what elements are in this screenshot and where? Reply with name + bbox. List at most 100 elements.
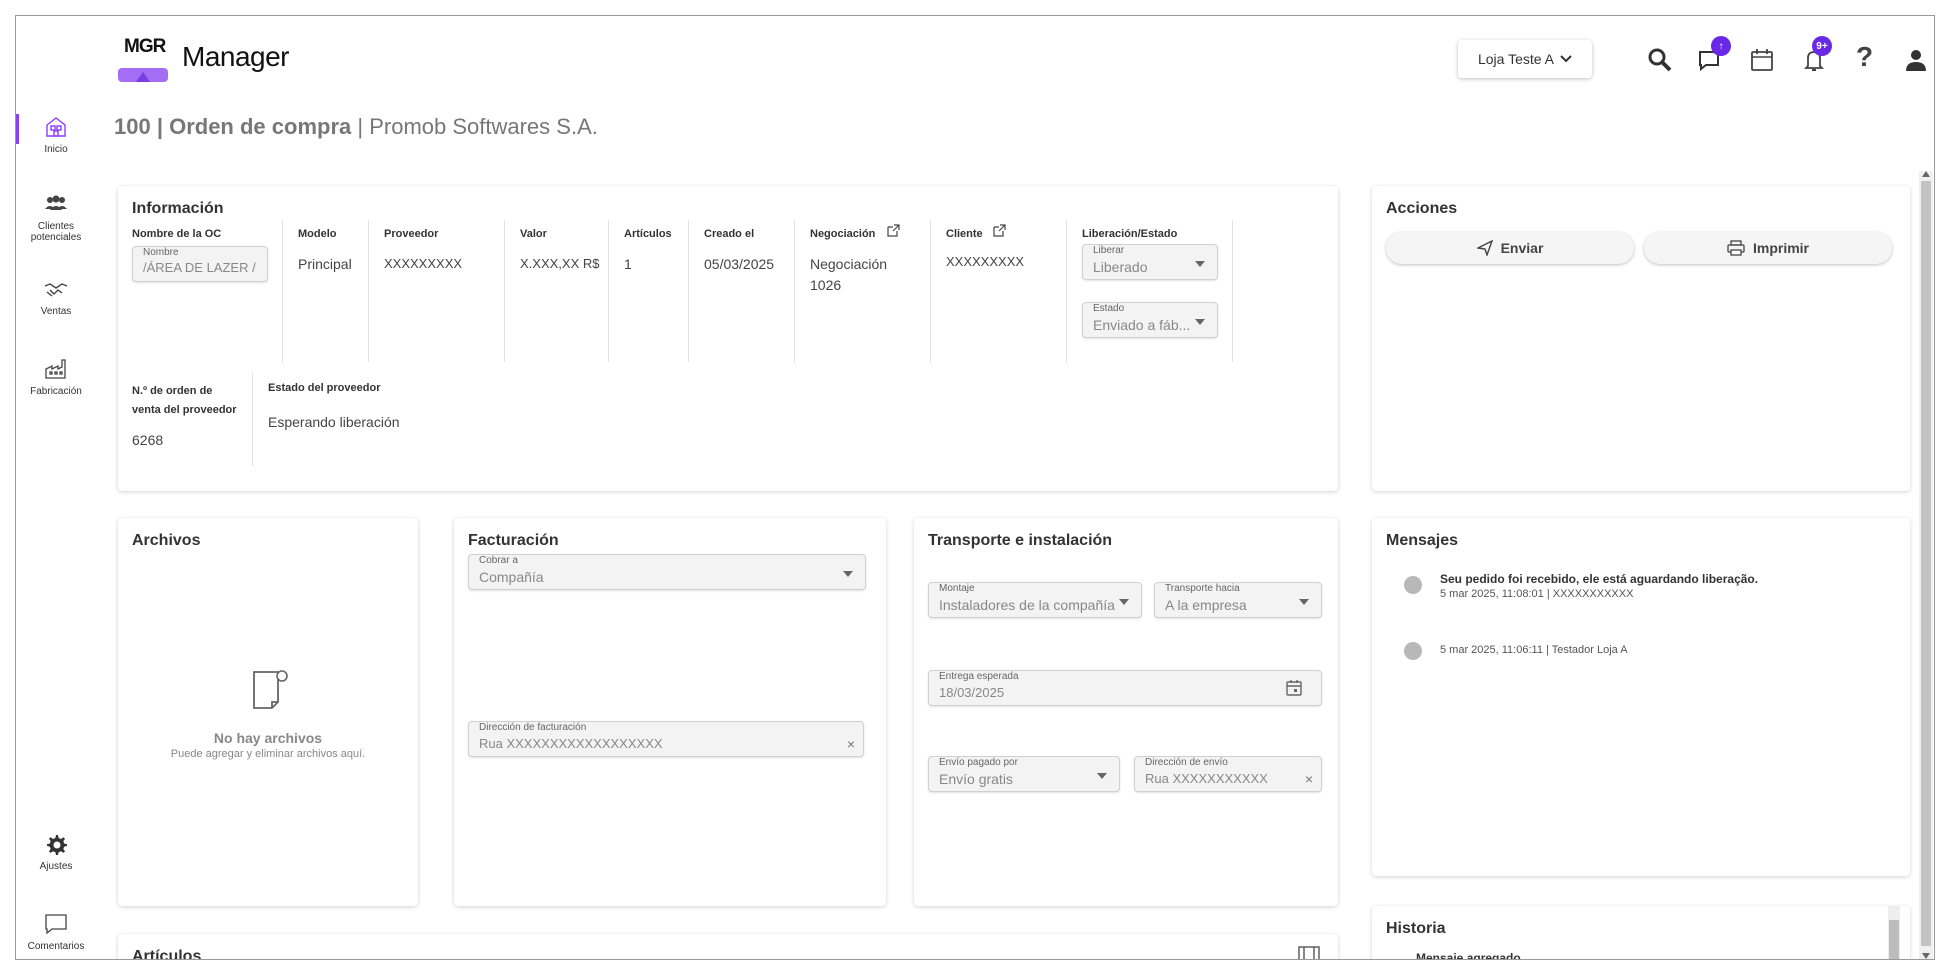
expected-delivery-field[interactable]: Entrega esperada 18/03/2025 — [928, 670, 1322, 706]
negotiation-value: Negociación — [810, 256, 888, 272]
model-label: Modelo — [298, 228, 337, 240]
empty-files-title: No hay archivos — [213, 730, 323, 746]
users-icon — [45, 195, 67, 210]
oc-name-field[interactable]: Nombre /ÁREA DE LAZER / — [132, 246, 268, 282]
home-icon — [46, 117, 66, 137]
caret-down-icon — [1097, 773, 1107, 779]
transport-to-select[interactable]: Transporte hacia A la empresa — [1154, 582, 1322, 618]
negotiation-number: 1026 — [810, 277, 842, 293]
logo-text: MGR — [124, 36, 166, 57]
sidebar-item-clientes[interactable]: Clientes potenciales — [16, 191, 96, 243]
client-label: Cliente — [946, 228, 983, 240]
sidebar-item-comentarios[interactable]: Comentarios — [16, 911, 96, 952]
help-icon[interactable]: ? — [1856, 41, 1884, 72]
send-icon — [1476, 240, 1493, 256]
billing-card: Facturación Cobrar a Compañía Dirección … — [454, 518, 886, 906]
supplier-label: Proveedor — [384, 228, 439, 240]
external-link-icon[interactable] — [992, 224, 1006, 238]
app-name: Manager — [182, 41, 290, 72]
model-value: Principal — [298, 256, 352, 272]
print-button[interactable]: Imprimir — [1644, 232, 1892, 264]
message-text: Seu pedido foi recebido, ele está aguard… — [1440, 572, 1759, 586]
user-icon[interactable] — [1902, 46, 1930, 74]
sidebar-item-label: Ventas — [40, 306, 72, 317]
clear-icon[interactable]: × — [847, 736, 855, 752]
caret-down-icon — [1299, 599, 1309, 605]
sidebar-item-ventas[interactable]: Ventas — [16, 276, 96, 317]
page-title: 100 | Orden de compra | Promob Softwares… — [114, 114, 598, 140]
messages-title: Mensajes — [1386, 532, 1459, 549]
sidebar-item-label: Ajustes — [39, 861, 73, 872]
history-card: Historia Mensaje agregado — [1372, 906, 1910, 960]
files-card: Archivos No hay archivos Puede agregar y… — [118, 518, 418, 906]
history-scrollbar[interactable] — [1888, 906, 1900, 959]
shipping-paid-by-select[interactable]: Envío pagado por Envío gratis — [928, 756, 1120, 792]
supplier-value: XXXXXXXXX — [384, 256, 463, 271]
release-select[interactable]: Liberar Liberado — [1082, 244, 1218, 280]
printer-icon — [1727, 240, 1745, 256]
articles-card: Artículos — [118, 934, 1338, 960]
oc-name-value: /ÁREA DE LAZER / — [143, 260, 256, 275]
message-avatar — [1404, 642, 1422, 660]
billing-address-field[interactable]: Dirección de facturación Rua XXXXXXXXXXX… — [468, 721, 864, 757]
scrollbar-thumb[interactable] — [1921, 181, 1931, 946]
sidebar-item-inicio[interactable]: Inicio — [16, 114, 96, 155]
transport-title: Transporte e instalación — [928, 532, 1113, 549]
history-entry: Mensaje agregado — [1416, 951, 1521, 960]
sidebar-item-label: Inicio — [44, 144, 68, 155]
sidebar-item-label: Clientes potenciales — [30, 221, 82, 243]
top-header: MGR Manager Loja Teste A ↑ 9+ ? — [96, 16, 1934, 96]
search-icon[interactable] — [1646, 46, 1674, 74]
supplier-state-label: Estado del proveedor — [268, 382, 381, 394]
comment-icon — [45, 914, 67, 935]
caret-down-icon — [1195, 319, 1205, 325]
store-label: Loja Teste A — [1477, 51, 1555, 67]
expected-delivery-value: 18/03/2025 — [939, 685, 1005, 700]
page-title-main: 100 | Orden de compra — [114, 114, 352, 139]
calendar-icon[interactable] — [1285, 679, 1303, 697]
state-select[interactable]: Estado Enviado a fáb... — [1082, 302, 1218, 338]
release-value: Liberado — [1093, 259, 1148, 275]
order-number-label: N.º de orden de venta del proveedor — [132, 385, 237, 416]
items-value: 1 — [624, 256, 632, 272]
order-number-value: 6268 — [132, 432, 164, 448]
scroll-down-icon[interactable] — [1922, 953, 1930, 959]
state-value: Enviado a fáb... — [1093, 317, 1191, 333]
chevron-down-icon — [1560, 55, 1572, 63]
scroll-up-icon[interactable] — [1922, 171, 1930, 177]
charge-to-select[interactable]: Cobrar a Compañía — [468, 554, 866, 590]
external-link-icon[interactable] — [886, 224, 900, 238]
actions-card: Acciones Enviar Imprimir — [1372, 186, 1910, 491]
clear-icon[interactable]: × — [1305, 771, 1313, 787]
caret-down-icon — [1119, 599, 1129, 605]
supplier-state-value: Esperando liberación — [268, 414, 400, 430]
items-label: Artículos — [624, 228, 672, 240]
history-title: Historia — [1386, 920, 1446, 937]
send-button[interactable]: Enviar — [1386, 232, 1634, 264]
empty-files-subtitle: Puede agregar y eliminar archivos aquí. — [170, 748, 366, 760]
created-label: Creado el — [704, 228, 755, 240]
created-value: 05/03/2025 — [704, 256, 775, 272]
page-title-sep: | — [351, 114, 370, 139]
oc-name-label: Nombre de la OC — [132, 228, 222, 240]
page-scrollbar[interactable] — [1919, 171, 1933, 959]
sidebar-item-ajustes[interactable]: Ajustes — [16, 831, 96, 872]
logo-mark-icon — [136, 72, 150, 82]
assembly-select[interactable]: Montaje Instaladores de la compañía — [928, 582, 1142, 618]
sidebar-item-fabricacion[interactable]: Fabricación — [16, 356, 96, 397]
shipping-address-field[interactable]: Dirección de envío Rua XXXXXXXXXXX × — [1134, 756, 1322, 792]
message-avatar — [1404, 576, 1422, 594]
shipping-address-value: Rua XXXXXXXXXXX — [1145, 771, 1268, 786]
notifications-button[interactable]: 9+ — [1800, 36, 1832, 74]
chat-button[interactable]: ↑ — [1697, 36, 1731, 74]
page-title-company: Promob Softwares S.A. — [369, 114, 598, 139]
negotiation-label: Negociación — [810, 228, 876, 240]
app-logo[interactable]: MGR — [118, 34, 168, 82]
store-selector[interactable]: Loja Teste A — [1458, 40, 1592, 78]
value-value: X.XXX,XX R$ — [520, 256, 600, 271]
gear-icon — [47, 835, 67, 855]
billing-address-value: Rua XXXXXXXXXXXXXXXXXX — [479, 736, 663, 751]
columns-icon[interactable] — [1298, 946, 1320, 960]
calendar-icon[interactable] — [1748, 46, 1776, 74]
files-title: Archivos — [132, 532, 201, 549]
